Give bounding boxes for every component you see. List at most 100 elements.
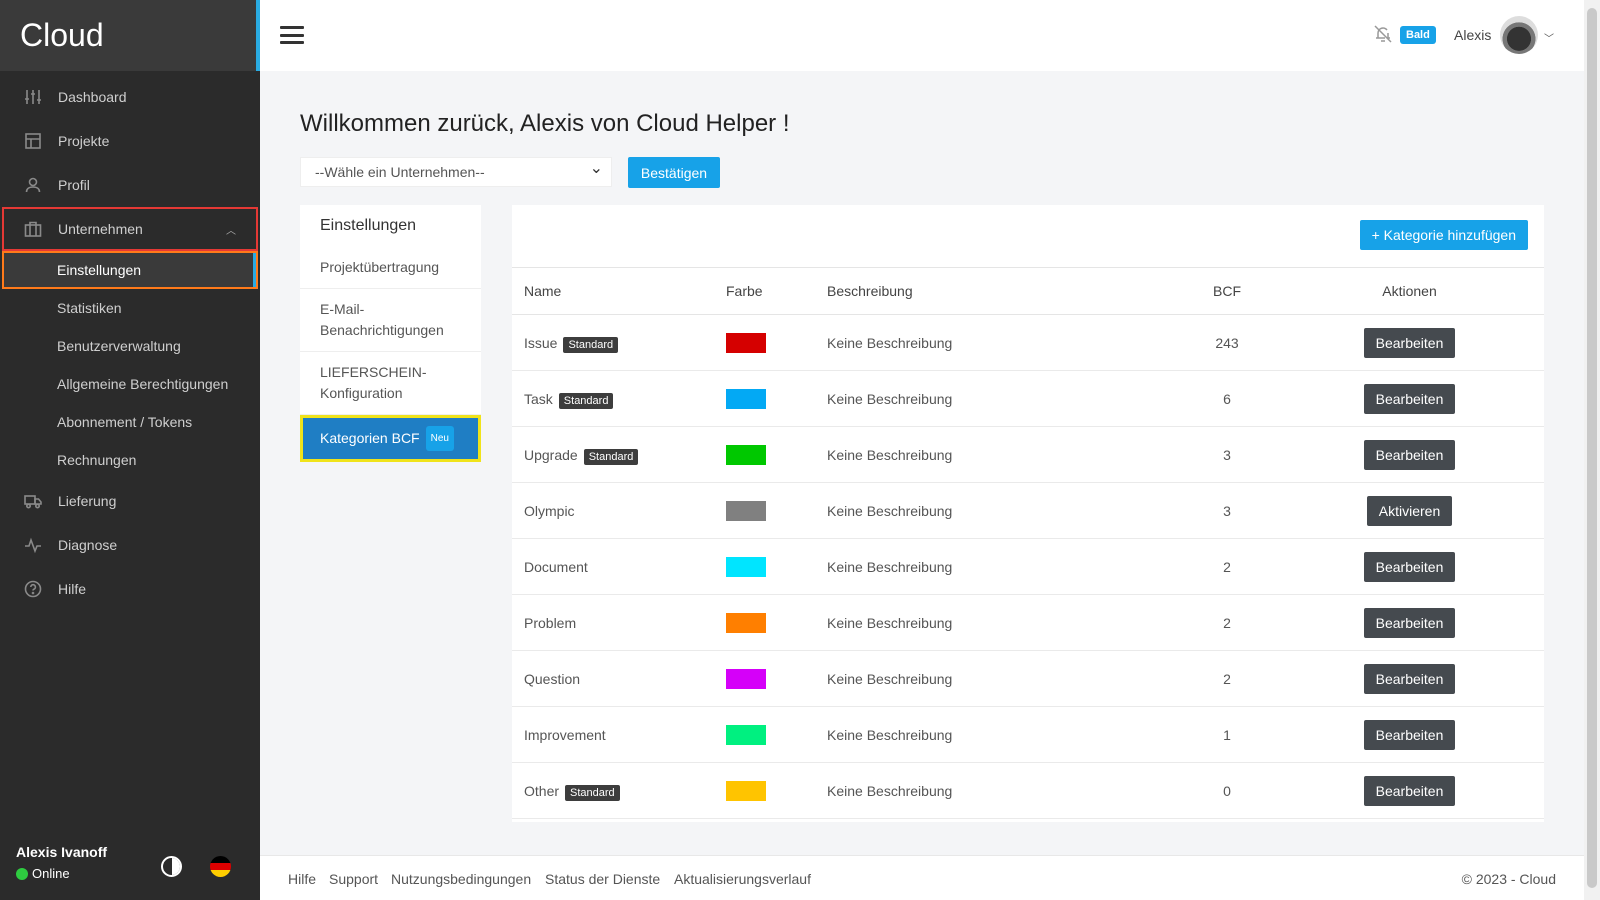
category-name: Other: [524, 782, 560, 799]
category-name: Problem: [524, 614, 577, 631]
company-select[interactable]: --Wähle ein Unternehmen--: [300, 157, 612, 187]
category-name: Issue: [524, 334, 558, 351]
sidebar-item-hilfe[interactable]: Hilfe: [0, 567, 260, 611]
settings-item-lieferschein[interactable]: LIEFERSCHEIN-Konfiguration: [300, 352, 481, 415]
cell-aktionen: Bearbeiten: [1275, 426, 1544, 483]
category-name: Improvement: [524, 726, 606, 743]
sidebar-subitem-abonnement[interactable]: Abonnement / Tokens: [0, 403, 260, 441]
edit-button[interactable]: Bearbeiten: [1363, 383, 1456, 414]
edit-button[interactable]: Bearbeiten: [1363, 663, 1456, 694]
cell-beschreibung: Keine Beschreibung: [815, 650, 1179, 707]
categories-table-body: Issue Standard Keine Beschreibung 243 Bearbe…: [512, 314, 1544, 819]
sidebar-subitem-einstellungen[interactable]: Einstellungen: [2, 251, 258, 289]
settings-item-projektuebertragung[interactable]: Projektübertragung: [300, 247, 481, 289]
cell-name: Task Standard: [512, 370, 714, 427]
column-header-farbe: Farbe: [714, 267, 815, 315]
sliders-icon: [24, 88, 42, 106]
sidebar-user-panel: Alexis Ivanoff Online: [0, 830, 260, 900]
sidebar-item-label: Projekte: [58, 133, 110, 149]
column-header-aktionen: Aktionen: [1275, 267, 1544, 315]
column-header-name: Name: [512, 267, 714, 315]
standard-badge: Standard: [583, 448, 639, 465]
edit-button[interactable]: Bearbeiten: [1363, 775, 1456, 806]
contrast-toggle-icon[interactable]: [161, 856, 182, 877]
cell-farbe: [714, 314, 815, 371]
sidebar-subitem-rechnungen[interactable]: Rechnungen: [0, 441, 260, 479]
cell-aktionen: Bearbeiten: [1275, 706, 1544, 763]
page-title: Willkommen zurück, Alexis von Cloud Help…: [300, 110, 790, 137]
chevron-down-icon[interactable]: ﹀: [1544, 30, 1554, 45]
sidebar-item-lieferung[interactable]: Lieferung: [0, 479, 260, 523]
footer-link-support[interactable]: Support: [329, 871, 378, 887]
menu-toggle-icon[interactable]: [280, 26, 304, 44]
activate-button[interactable]: Aktivieren: [1366, 495, 1453, 526]
footer-link-nutzungsbedingungen[interactable]: Nutzungsbedingungen: [391, 871, 531, 887]
sidebar-subitem-statistiken[interactable]: Statistiken: [0, 289, 260, 327]
cell-bcf: 6: [1179, 370, 1275, 427]
brand-logo[interactable]: Cloud: [0, 0, 260, 71]
bell-off-icon[interactable]: [1373, 24, 1393, 44]
edit-button[interactable]: Bearbeiten: [1363, 551, 1456, 582]
sidebar-item-projekte[interactable]: Projekte: [0, 119, 260, 163]
table-row: Issue Standard Keine Beschreibung 243 Bearbe…: [512, 314, 1544, 371]
sidebar-item-diagnose[interactable]: Diagnose: [0, 523, 260, 567]
cell-aktionen: Bearbeiten: [1275, 314, 1544, 371]
color-swatch: [726, 444, 766, 465]
category-name: Task: [524, 390, 553, 407]
table-row: Problem Keine Beschreibung 2 Bearbeiten: [512, 594, 1544, 651]
edit-button[interactable]: Bearbeiten: [1363, 439, 1456, 470]
cell-bcf: 3: [1179, 482, 1275, 539]
cell-aktionen: Bearbeiten: [1275, 538, 1544, 595]
sidebar-item-unternehmen[interactable]: Unternehmen ︿: [2, 207, 258, 251]
cell-beschreibung: Keine Beschreibung: [815, 314, 1179, 371]
standard-badge: Standard: [565, 784, 620, 801]
sidebar-item-label: Dashboard: [58, 89, 127, 105]
sidebar-item-dashboard[interactable]: Dashboard: [0, 75, 260, 119]
sidebar-nav: Dashboard Projekte Profil Unternehmen ︿ …: [0, 71, 260, 611]
edit-button[interactable]: Bearbeiten: [1363, 327, 1456, 358]
table-row: Task Standard Keine Beschreibung 6 Bearbeite…: [512, 370, 1544, 427]
categories-table: Name Farbe Beschreibung BCF Aktionen Iss…: [512, 267, 1544, 819]
categories-panel: + Kategorie hinzufügen Name Farbe Beschr…: [512, 205, 1544, 822]
sidebar-subitem-berechtigungen[interactable]: Allgemeine Berechtigungen: [0, 365, 260, 403]
footer-link-hilfe[interactable]: Hilfe: [288, 871, 316, 887]
cell-bcf: 3: [1179, 426, 1275, 483]
sidebar-item-label: Hilfe: [58, 581, 87, 597]
sidebar-item-label: Profil: [58, 177, 90, 193]
cell-bcf: 0: [1179, 762, 1275, 819]
table-row: Upgrade Standard Keine Beschreibung 3 Bearbe…: [512, 426, 1544, 483]
german-flag-icon[interactable]: [210, 856, 231, 877]
cell-name: Problem: [512, 594, 714, 651]
avatar[interactable]: [1500, 16, 1538, 54]
page-footer: Hilfe Support Nutzungsbedingungen Status…: [260, 855, 1584, 900]
settings-item-label: Kategorien BCF: [320, 430, 420, 446]
edit-button[interactable]: Bearbeiten: [1363, 719, 1456, 750]
color-swatch: [726, 724, 766, 745]
topbar-user-name[interactable]: Alexis: [1454, 27, 1491, 43]
cell-farbe: [714, 370, 815, 427]
chevron-up-icon: ︿: [226, 225, 236, 237]
footer-link-aktualisierungsverlauf[interactable]: Aktualisierungsverlauf: [674, 871, 811, 887]
scrollbar-thumb[interactable]: [1587, 8, 1597, 888]
cell-bcf: 2: [1179, 650, 1275, 707]
confirm-button[interactable]: Bestätigen: [628, 157, 720, 188]
edit-button[interactable]: Bearbeiten: [1363, 607, 1456, 638]
sidebar-subitem-benutzerverwaltung[interactable]: Benutzerverwaltung: [0, 327, 260, 365]
sidebar-item-profil[interactable]: Profil: [0, 163, 260, 207]
cell-beschreibung: Keine Beschreibung: [815, 370, 1179, 427]
cell-beschreibung: Keine Beschreibung: [815, 762, 1179, 819]
new-badge: Neu: [425, 426, 454, 451]
sidebar-subnav: Einstellungen Statistiken Benutzerverwal…: [0, 251, 260, 479]
copyright: © 2023 - Cloud: [1461, 871, 1556, 887]
table-row: Question Keine Beschreibung 2 Bearbeiten: [512, 650, 1544, 707]
cell-name: Question: [512, 650, 714, 707]
cell-farbe: [714, 706, 815, 763]
footer-link-status[interactable]: Status der Dienste: [545, 871, 660, 887]
settings-item-email[interactable]: E-Mail-Benachrichtigungen: [300, 289, 481, 352]
settings-item-kategorien-bcf[interactable]: Kategorien BCF Neu: [300, 415, 481, 462]
page-scrollbar[interactable]: [1584, 0, 1600, 900]
table-row: Other Standard Keine Beschreibung 0 Bearbeit…: [512, 762, 1544, 819]
cell-farbe: [714, 594, 815, 651]
cell-beschreibung: Keine Beschreibung: [815, 482, 1179, 539]
add-category-button[interactable]: + Kategorie hinzufügen: [1359, 220, 1528, 250]
